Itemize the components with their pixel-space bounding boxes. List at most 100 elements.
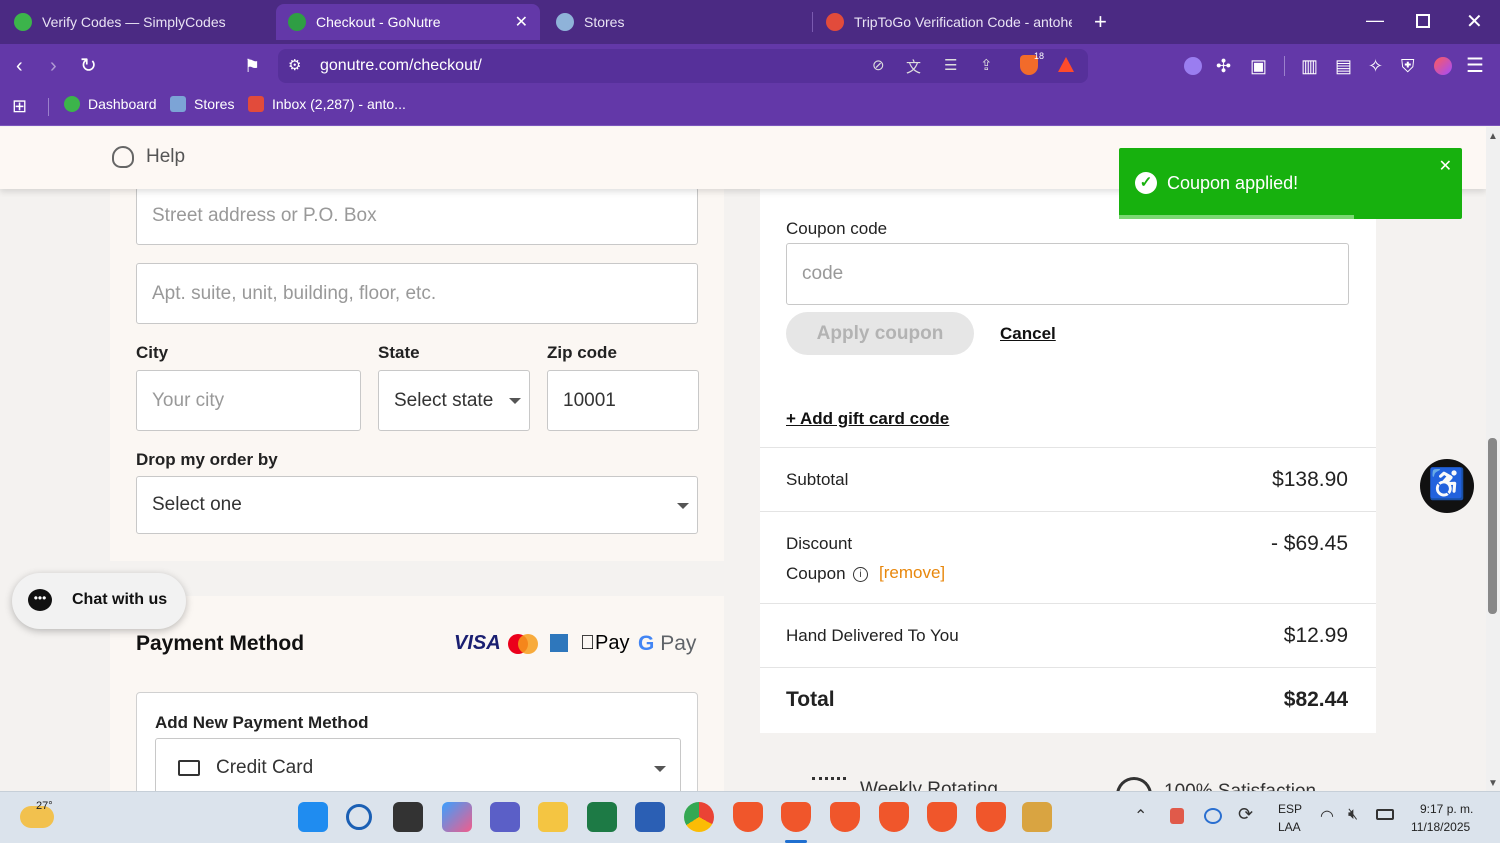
brave-icon[interactable] bbox=[733, 802, 763, 832]
wallet-icon[interactable]: ▤ bbox=[1335, 54, 1352, 78]
onedrive-icon[interactable] bbox=[1204, 808, 1222, 824]
keyboard-layout[interactable]: LAA bbox=[1278, 820, 1301, 834]
payment-title: Payment Method bbox=[136, 632, 305, 655]
street-address-field[interactable]: Street address or P.O. Box bbox=[136, 187, 698, 245]
tray-app-icon[interactable] bbox=[1170, 808, 1184, 824]
url-text: gonutre.com/checkout/ bbox=[320, 57, 482, 74]
accessibility-icon[interactable]: ♿ bbox=[1420, 459, 1474, 513]
tab-checkout-gonutre[interactable]: Checkout - GoNutre ✕ bbox=[276, 4, 540, 40]
info-icon[interactable]: i bbox=[853, 567, 868, 582]
back-icon[interactable]: ‹ bbox=[16, 54, 23, 78]
translate-icon[interactable]: 文 bbox=[906, 56, 921, 77]
bookmark-label: Dashboard bbox=[88, 96, 157, 112]
new-tab-icon[interactable]: + bbox=[1094, 9, 1107, 35]
file-explorer-icon[interactable] bbox=[538, 802, 568, 832]
tab-title: Verify Codes — SimplyCodes bbox=[42, 14, 226, 30]
chevron-down-icon bbox=[654, 766, 666, 772]
bookmark-icon[interactable]: ⚑ bbox=[244, 54, 260, 78]
remove-coupon-link[interactable]: [remove] bbox=[879, 563, 945, 583]
extensions-puzzle-icon[interactable]: ✣ bbox=[1216, 54, 1231, 78]
leo-ai-icon[interactable]: ✧ bbox=[1368, 54, 1383, 78]
brave-active-icon[interactable] bbox=[781, 802, 811, 832]
coupon-placeholder: code bbox=[802, 263, 844, 284]
extension-icon[interactable] bbox=[1184, 57, 1202, 75]
clock-time[interactable]: 9:17 p. m. bbox=[1420, 802, 1473, 816]
vpn-icon[interactable]: ⛨ bbox=[1401, 54, 1415, 78]
chevron-up-icon[interactable]: ⌃ bbox=[1134, 806, 1147, 826]
teams-icon[interactable] bbox=[490, 802, 520, 832]
word-icon[interactable] bbox=[635, 802, 665, 832]
restore-icon[interactable] bbox=[1416, 14, 1430, 28]
apply-coupon-button[interactable]: Apply coupon bbox=[786, 312, 974, 355]
copilot-icon[interactable] bbox=[442, 802, 472, 832]
chat-widget[interactable]: ••• Chat with us bbox=[12, 573, 186, 629]
payment-method-select[interactable]: Credit Card bbox=[155, 738, 681, 791]
close-toast-icon[interactable]: ✕ bbox=[1439, 156, 1452, 176]
delivery-label: Hand Delivered To You bbox=[786, 626, 959, 645]
clock-date[interactable]: 11/18/2025 bbox=[1411, 820, 1470, 834]
state-select[interactable]: Select state bbox=[378, 370, 530, 431]
zip-label: Zip code bbox=[547, 343, 617, 362]
scroll-up-icon[interactable]: ▲ bbox=[1488, 131, 1498, 142]
delivery-value: $12.99 bbox=[1283, 624, 1348, 647]
volume-muted-icon[interactable]: 🔇︎ bbox=[1348, 806, 1358, 824]
address-bar[interactable]: ⚙ gonutre.com/checkout/ ⊘ 文 ☰ ⇪ 18 bbox=[278, 49, 1088, 83]
reload-icon[interactable]: ↻ bbox=[80, 54, 97, 78]
brave-icon[interactable] bbox=[879, 802, 909, 832]
add-gift-card-link[interactable]: + Add gift card code bbox=[786, 409, 949, 429]
no-tracking-icon[interactable]: ⊘ bbox=[872, 56, 885, 74]
search-icon[interactable] bbox=[346, 804, 372, 830]
simplycodes-icon bbox=[14, 13, 32, 31]
windows-taskbar: 27° ⌃ ⟳ ESP LAA ◠ 🔇︎ 9:17 p. m. 11/18/20… bbox=[0, 791, 1500, 843]
brave-rewards-icon[interactable] bbox=[1058, 57, 1074, 72]
brave-icon[interactable] bbox=[976, 802, 1006, 832]
order-summary: Coupon code code Apply coupon Cancel + A… bbox=[760, 189, 1376, 733]
close-window-icon[interactable]: ✕ bbox=[1466, 9, 1483, 34]
share-icon[interactable]: ⇪ bbox=[980, 56, 993, 74]
payment-method-value: Credit Card bbox=[216, 757, 314, 778]
menu-icon[interactable]: ☰ bbox=[1466, 54, 1484, 78]
coupon-code-input[interactable]: code bbox=[786, 243, 1349, 305]
profile-icon[interactable] bbox=[1434, 57, 1452, 75]
cancel-coupon-link[interactable]: Cancel bbox=[1000, 324, 1056, 344]
reader-mode-icon[interactable]: ☰ bbox=[944, 56, 957, 74]
zip-field[interactable]: 10001 bbox=[547, 370, 699, 431]
coupon-toast: ✓ Coupon applied! ✕ bbox=[1119, 148, 1462, 219]
help-link[interactable]: Help bbox=[112, 146, 185, 168]
scrollbar-thumb[interactable] bbox=[1488, 438, 1497, 614]
stores-icon bbox=[556, 13, 574, 31]
drop-order-select[interactable]: Select one bbox=[136, 476, 698, 534]
tab-triptogo[interactable]: TripToGo Verification Code - antohern bbox=[826, 4, 1072, 40]
apt-suite-field[interactable]: Apt. suite, unit, building, floor, etc. bbox=[136, 263, 698, 324]
scroll-down-icon[interactable]: ▼ bbox=[1488, 778, 1498, 789]
wifi-icon[interactable]: ◠ bbox=[1320, 806, 1334, 826]
site-settings-icon[interactable]: ⚙ bbox=[288, 56, 301, 74]
chrome-icon[interactable] bbox=[684, 802, 714, 832]
brave-icon[interactable] bbox=[927, 802, 957, 832]
total-row: Total $82.44 bbox=[760, 667, 1376, 733]
sync-icon[interactable]: ⟳ bbox=[1238, 804, 1253, 825]
apps-grid-icon[interactable]: ⊞ bbox=[12, 96, 27, 117]
bookmark-stores[interactable]: Stores bbox=[170, 96, 234, 112]
screenshot-icon[interactable]: ▣ bbox=[1250, 54, 1267, 78]
gmail-icon bbox=[826, 13, 844, 31]
close-tab-icon[interactable]: ✕ bbox=[515, 12, 528, 32]
tab-verify-codes[interactable]: Verify Codes — SimplyCodes bbox=[14, 4, 264, 40]
bookmark-dashboard[interactable]: Dashboard bbox=[64, 96, 157, 112]
brave-icon[interactable] bbox=[830, 802, 860, 832]
forward-icon[interactable]: › bbox=[50, 54, 57, 78]
language-code[interactable]: ESP bbox=[1278, 802, 1302, 816]
bookmark-inbox[interactable]: Inbox (2,287) - anto... bbox=[248, 96, 406, 112]
tab-stores[interactable]: Stores bbox=[556, 4, 796, 40]
discount-value: - $69.45 bbox=[1270, 532, 1348, 555]
city-field[interactable]: Your city bbox=[136, 370, 361, 431]
start-icon[interactable] bbox=[298, 802, 328, 832]
battery-icon[interactable] bbox=[1376, 809, 1394, 820]
task-view-icon[interactable] bbox=[393, 802, 423, 832]
coupon-code-label: Coupon code bbox=[786, 219, 888, 238]
minimize-icon[interactable]: — bbox=[1366, 10, 1384, 31]
sidebar-icon[interactable]: ▥ bbox=[1301, 54, 1318, 78]
excel-icon[interactable] bbox=[587, 802, 617, 832]
google-pay-logo: G Pay bbox=[638, 632, 697, 655]
app-icon[interactable] bbox=[1022, 802, 1052, 832]
